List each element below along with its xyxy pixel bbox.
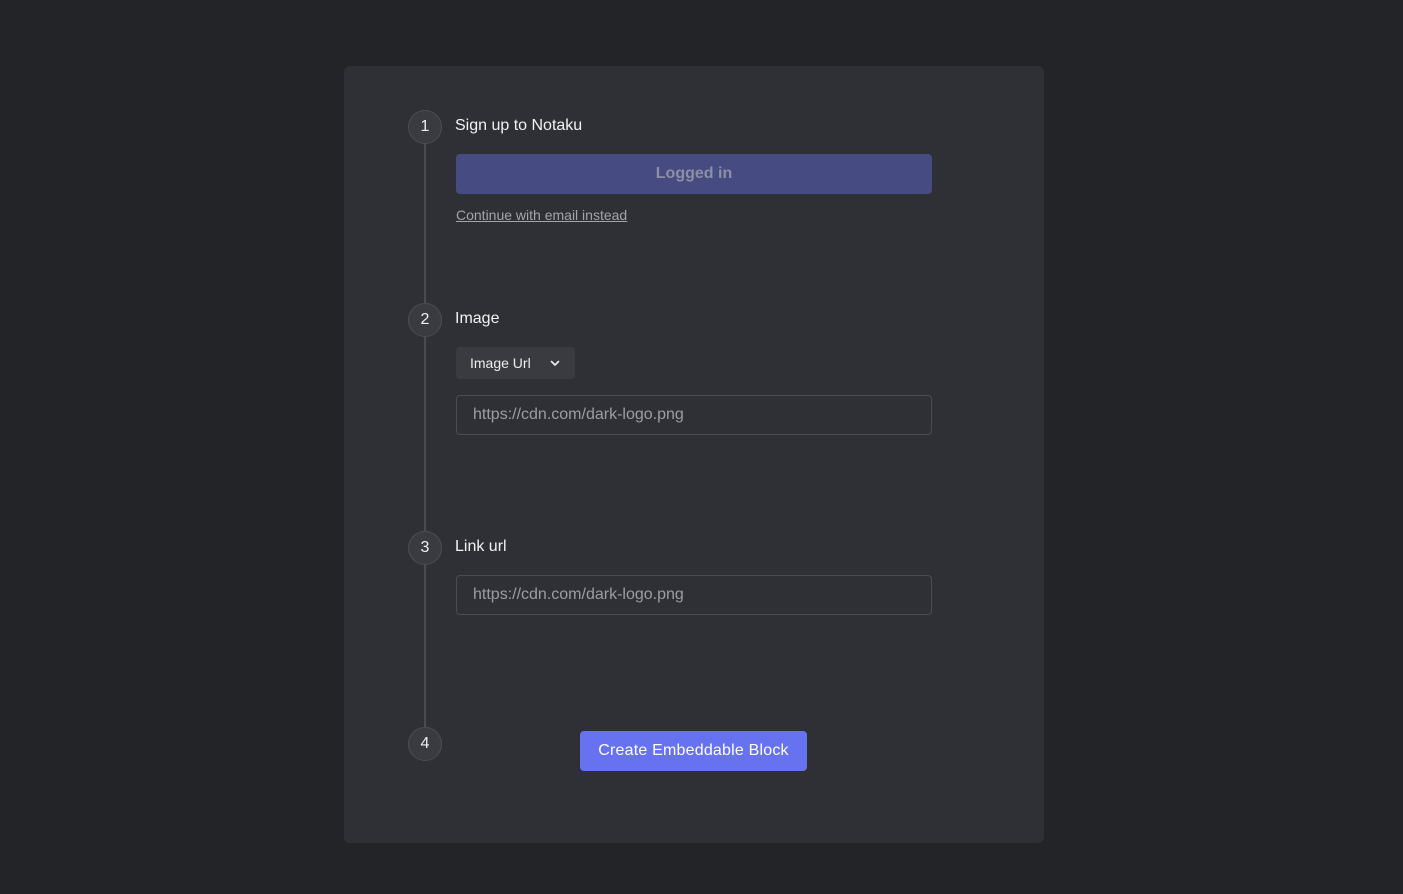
step-number-3: 3 xyxy=(408,531,442,565)
chevron-down-icon xyxy=(550,360,560,366)
step-title-link-url: Link url xyxy=(455,538,507,555)
continue-with-email-link[interactable]: Continue with email instead xyxy=(456,207,627,223)
step-number-4: 4 xyxy=(408,727,442,761)
image-url-input[interactable] xyxy=(456,395,932,435)
step-title-signup: Sign up to Notaku xyxy=(455,117,583,134)
step-title-image: Image xyxy=(455,310,500,327)
timeline-line xyxy=(424,126,426,744)
embed-builder-card: 1 Sign up to Notaku Logged in Continue w… xyxy=(344,66,1044,843)
link-url-input[interactable] xyxy=(456,575,932,615)
logged-in-button[interactable]: Logged in xyxy=(456,154,932,194)
step-number-1: 1 xyxy=(408,110,442,144)
image-source-select-value: Image Url xyxy=(470,355,531,371)
create-embeddable-block-button[interactable]: Create Embeddable Block xyxy=(580,731,807,771)
image-source-select[interactable]: Image Url xyxy=(456,347,575,379)
step-number-2: 2 xyxy=(408,303,442,337)
